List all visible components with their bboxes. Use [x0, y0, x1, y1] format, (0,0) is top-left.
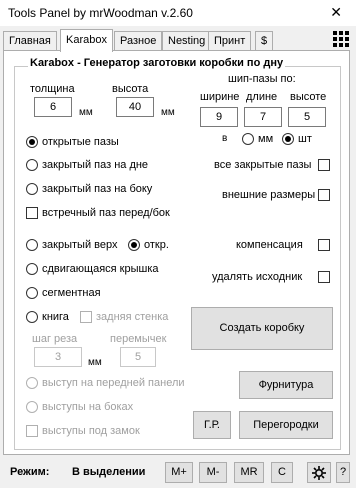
compensation-checkbox[interactable] [318, 239, 330, 251]
tab-donate[interactable]: $ [255, 31, 274, 51]
closed-bottom-radio[interactable] [26, 159, 38, 171]
lock-ledges-checkbox[interactable] [26, 425, 38, 437]
title-bar: Tools Panel by mrWoodman v.2.60 ✕ [0, 0, 356, 26]
memory-recall-button[interactable]: MR [234, 462, 264, 483]
side-ledges-radio[interactable] [26, 401, 38, 413]
front-ledge-radio[interactable] [26, 377, 38, 389]
mode-value: В выделении [72, 466, 146, 478]
cut-step-input[interactable]: 3 [34, 347, 82, 367]
lock-ledges-label: выступы под замок [42, 425, 140, 437]
help-button[interactable]: ? [336, 462, 350, 483]
counter-slot-label: встречный паз перед/бок [42, 207, 170, 219]
front-ledge-label: выступ на передней панели [42, 377, 185, 389]
closed-top-radio[interactable] [26, 239, 38, 251]
unit-mm-label: мм [258, 133, 274, 145]
slots-header: шип-пазы по: [228, 73, 296, 85]
compensation-label: компенсация [236, 239, 303, 251]
bridges-label: перемычек [110, 333, 167, 345]
unit-pcs-radio[interactable] [282, 133, 294, 145]
slots-width-input[interactable]: 9 [200, 107, 238, 127]
slots-height-input[interactable]: 5 [288, 107, 326, 127]
tab-nesting[interactable]: Nesting [162, 31, 212, 51]
memory-plus-button[interactable]: M+ [165, 462, 193, 483]
grid-menu-icon[interactable] [330, 28, 352, 50]
thickness-input[interactable]: 6 [34, 97, 72, 117]
outer-dims-checkbox[interactable] [318, 189, 330, 201]
unit-pcs-label: шт [298, 133, 312, 145]
close-icon[interactable]: ✕ [330, 4, 342, 21]
delete-source-label: удалять исходник [212, 271, 303, 283]
open-slots-label: открытые пазы [42, 136, 119, 148]
mode-label: Режим: [10, 466, 50, 478]
tab-print[interactable]: Принт [208, 31, 252, 51]
memory-minus-button[interactable]: M- [199, 462, 227, 483]
cut-step-label: шаг реза [32, 333, 78, 345]
height-unit: мм [161, 107, 175, 118]
delete-source-checkbox[interactable] [318, 271, 330, 283]
book-label: книга [42, 311, 69, 323]
group-title: Karabox - Генератор заготовки коробки по… [28, 57, 286, 69]
bridges-input[interactable]: 5 [120, 347, 156, 367]
slots-length-label: длине [246, 91, 278, 103]
height-label: высота [112, 83, 149, 95]
closed-side-label: закрытый паз на боку [42, 183, 153, 195]
status-bar: Режим: В выделении M+ M- MR C ? [0, 458, 356, 486]
all-closed-label: все закрытые пазы [214, 159, 312, 171]
slots-height-label: высоте [290, 91, 327, 103]
hardware-button[interactable]: Фурнитура [239, 371, 333, 399]
sliding-lid-label: сдвигающаяся крышка [42, 263, 159, 275]
tab-strip: Главная Karabox Разное Nesting Принт $ [0, 29, 356, 52]
tab-label: Главная [9, 35, 51, 47]
height-input[interactable]: 40 [116, 97, 154, 117]
gear-icon [312, 466, 326, 480]
segment-radio[interactable] [26, 287, 38, 299]
settings-gear-button[interactable] [307, 462, 331, 483]
unit-mm-radio[interactable] [242, 133, 254, 145]
tab-label: Nesting [168, 35, 206, 47]
tab-label: Разное [120, 35, 157, 47]
clear-button[interactable]: C [271, 462, 293, 483]
closed-side-radio[interactable] [26, 183, 38, 195]
tab-label: Karabox [66, 34, 107, 46]
cut-step-unit: мм [88, 357, 102, 368]
back-wall-checkbox[interactable] [80, 311, 92, 323]
segment-label: сегментная [42, 287, 101, 299]
tab-label: Принт [214, 35, 246, 47]
create-box-button[interactable]: Создать коробку [191, 307, 333, 350]
tab-karabox[interactable]: Karabox [60, 29, 113, 52]
back-wall-label: задняя стенка [96, 311, 169, 323]
partitions-button[interactable]: Перегородки [239, 411, 333, 439]
slots-width-label: ширине [200, 91, 240, 103]
thickness-unit: мм [79, 107, 93, 118]
open-top-label: откр. [144, 239, 169, 251]
gr-button[interactable]: Г.Р. [193, 411, 231, 439]
tab-label: $ [261, 35, 268, 47]
open-top-radio[interactable] [128, 239, 140, 251]
slots-in-label: в [222, 133, 228, 144]
karabox-panel: Karabox - Генератор заготовки коробки по… [3, 50, 350, 455]
sliding-lid-radio[interactable] [26, 263, 38, 275]
outer-dims-label: внешние размеры [222, 189, 316, 201]
side-ledges-label: выступы на боках [42, 401, 134, 413]
book-radio[interactable] [26, 311, 38, 323]
tab-misc[interactable]: Разное [114, 31, 163, 51]
counter-slot-checkbox[interactable] [26, 207, 38, 219]
closed-top-label: закрытый верх [42, 239, 118, 251]
all-closed-checkbox[interactable] [318, 159, 330, 171]
window-title: Tools Panel by mrWoodman v.2.60 [8, 6, 193, 20]
closed-bottom-label: закрытый паз на дне [42, 159, 149, 171]
slots-length-input[interactable]: 7 [244, 107, 282, 127]
thickness-label: толщина [30, 83, 75, 95]
open-slots-radio[interactable] [26, 136, 38, 148]
tab-main[interactable]: Главная [3, 31, 57, 51]
